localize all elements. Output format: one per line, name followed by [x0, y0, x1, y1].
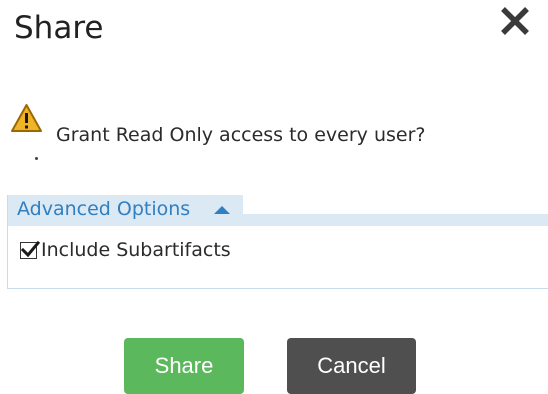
- advanced-options-panel: Advanced Options Include Subartifacts: [7, 195, 548, 289]
- advanced-options-header-bar: [243, 214, 548, 226]
- close-button[interactable]: [496, 2, 534, 40]
- warning-icon: [10, 103, 43, 133]
- include-subartifacts-label: Include Subartifacts: [41, 239, 231, 261]
- share-button[interactable]: Share: [124, 338, 244, 394]
- include-subartifacts-option[interactable]: Include Subartifacts: [20, 239, 231, 261]
- include-subartifacts-checkbox[interactable]: [20, 240, 41, 259]
- decorative-dot: [35, 157, 38, 160]
- advanced-options-toggle[interactable]: Advanced Options: [8, 195, 243, 226]
- share-dialog: Share Grant Read Only access to every us…: [0, 0, 548, 394]
- confirmation-message: Grant Read Only access to every user?: [56, 124, 426, 146]
- dialog-title: Share: [14, 10, 104, 46]
- cancel-button[interactable]: Cancel: [287, 338, 416, 394]
- checkmark-icon: [21, 240, 41, 257]
- chevron-up-icon[interactable]: [214, 206, 230, 214]
- close-icon: [501, 7, 529, 35]
- advanced-options-label[interactable]: Advanced Options: [17, 198, 190, 220]
